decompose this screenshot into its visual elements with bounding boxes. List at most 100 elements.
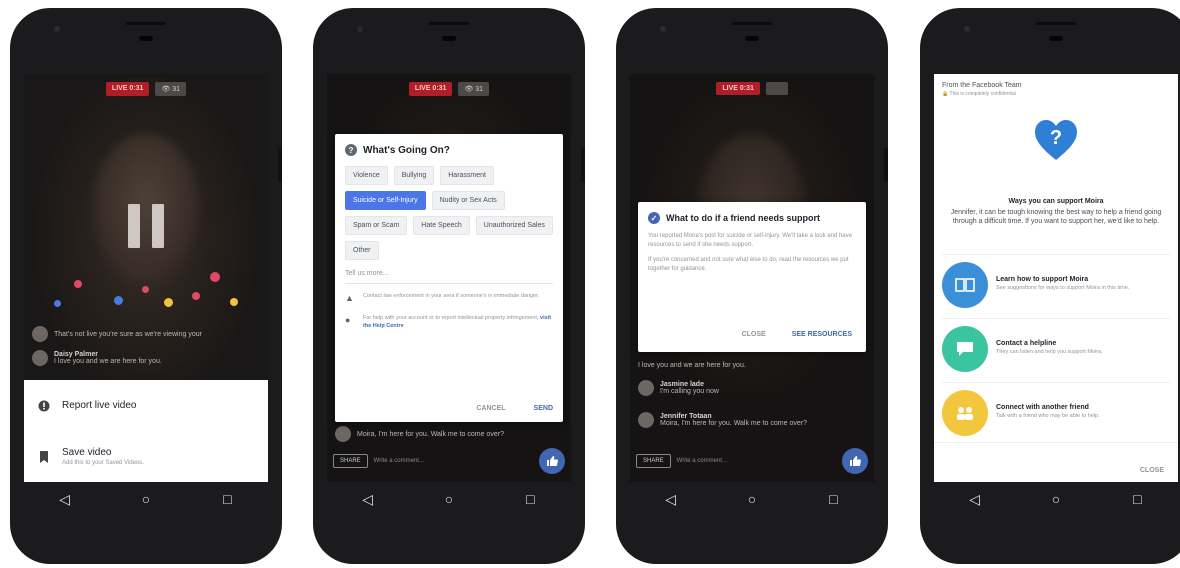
recent-apps-icon[interactable]: □ <box>1125 491 1149 507</box>
top-slot <box>1036 22 1076 25</box>
save-video-label: Save video <box>62 447 112 458</box>
close-button[interactable]: CLOSE <box>742 331 766 338</box>
back-icon[interactable]: ◁ <box>53 491 77 508</box>
live-header: LIVE 0:31 👁 31 <box>327 82 571 96</box>
speaker <box>745 36 759 41</box>
save-video-sub: Add this to your Saved Videos. <box>62 460 144 466</box>
home-icon[interactable]: ○ <box>740 491 764 507</box>
comment-input[interactable]: Write a comment... <box>677 458 836 464</box>
home-icon[interactable]: ○ <box>134 491 158 507</box>
wow-reaction-icon <box>164 298 173 307</box>
chip-unauthorized-sales[interactable]: Unauthorized Sales <box>475 216 553 235</box>
share-button[interactable]: SHARE <box>636 454 671 468</box>
chip-hate-speech[interactable]: Hate Speech <box>413 216 470 235</box>
like-button[interactable] <box>842 448 868 474</box>
love-reaction-icon <box>142 286 149 293</box>
support-resources-screen: From the Facebook Team 🔒 This is complet… <box>934 74 1178 482</box>
avatar <box>638 412 654 428</box>
love-reaction-icon <box>74 280 82 288</box>
android-navbar: ◁ ○ □ <box>24 482 268 516</box>
home-icon[interactable]: ○ <box>437 491 461 507</box>
comment-bar: SHARE Write a comment... <box>333 448 565 474</box>
screen: LIVE 0:31 I love you and we are here for… <box>630 74 874 482</box>
chip-spam[interactable]: Spam or Scam <box>345 216 408 235</box>
thumbs-up-icon <box>850 456 861 466</box>
chip-harassment[interactable]: Harassment <box>440 166 494 185</box>
chip-other[interactable]: Other <box>345 241 379 260</box>
check-icon: ✓ <box>648 212 660 224</box>
pause-icon[interactable] <box>128 204 164 248</box>
like-reaction-icon <box>54 300 61 307</box>
avatar <box>32 350 48 366</box>
back-icon[interactable]: ◁ <box>963 491 987 508</box>
chip-violence[interactable]: Violence <box>345 166 388 185</box>
report-live-video-item[interactable]: Report live video <box>24 380 268 431</box>
people-icon <box>942 389 988 436</box>
live-badge: LIVE 0:31 <box>408 82 453 96</box>
wow-reaction-icon <box>230 298 238 306</box>
save-video-item[interactable]: Save video Add this to your Saved Videos… <box>24 431 268 482</box>
android-navbar: ◁ ○ □ <box>327 482 571 516</box>
book-icon <box>942 261 988 308</box>
cancel-button[interactable]: CANCEL <box>476 405 505 412</box>
help-centre-note: ● For help with your account or to repor… <box>345 314 552 329</box>
chip-nudity[interactable]: Nudity or Sex Acts <box>431 191 505 210</box>
recent-apps-icon[interactable]: □ <box>518 491 542 507</box>
side-button <box>884 148 888 182</box>
phone-2: LIVE 0:31 👁 31 Moira, I'm here for you. … <box>313 8 585 564</box>
avatar <box>32 326 48 342</box>
bookmark-icon <box>38 450 50 463</box>
dialog-actions: CANCEL SEND <box>476 405 553 412</box>
header-subtitle: 🔒 This is completely confidential <box>942 91 1016 97</box>
viewer-count <box>765 82 788 95</box>
law-enforcement-note: ▲ Contact law enforcement in your area i… <box>345 292 553 306</box>
help-icon: ? <box>345 144 357 156</box>
comment-bar: SHARE Write a comment... <box>636 448 868 474</box>
support-body: Jennifer, it can be tough knowing the be… <box>950 209 1162 226</box>
love-reaction-icon <box>210 272 220 282</box>
comment-3: Jennifer Totaan Moira, I'm here for you. … <box>638 412 807 428</box>
speaker <box>139 36 153 41</box>
tell-us-more-input[interactable]: Tell us more... <box>345 270 553 284</box>
learn-support-option[interactable]: Learn how to support Moira See suggestio… <box>942 254 1170 314</box>
svg-text:?: ? <box>1050 127 1062 149</box>
reactions-stream <box>34 272 254 324</box>
home-icon[interactable]: ○ <box>1044 491 1068 507</box>
close-button[interactable]: CLOSE <box>1140 467 1164 474</box>
back-icon[interactable]: ◁ <box>356 491 380 508</box>
avatar <box>335 426 351 442</box>
heart-question-icon: ? <box>1033 118 1079 164</box>
top-slot <box>732 22 772 25</box>
recent-apps-icon[interactable]: □ <box>215 491 239 507</box>
report-icon <box>38 400 50 412</box>
back-icon[interactable]: ◁ <box>659 491 683 508</box>
recent-apps-icon[interactable]: □ <box>821 491 845 507</box>
connect-friend-option[interactable]: Connect with another friend Talk with a … <box>942 382 1170 442</box>
like-button[interactable] <box>539 448 565 474</box>
chip-suicide-self-injury[interactable]: Suicide or Self-Injury <box>345 191 426 210</box>
front-camera <box>54 26 60 32</box>
speaker <box>442 36 456 41</box>
screen: From the Facebook Team 🔒 This is complet… <box>934 74 1178 482</box>
footer <box>934 442 1178 482</box>
send-button[interactable]: SEND <box>534 405 553 412</box>
phone-4: From the Facebook Team 🔒 This is complet… <box>920 8 1180 564</box>
report-live-video-label: Report live video <box>62 400 137 411</box>
see-resources-button[interactable]: SEE RESOURCES <box>792 331 852 338</box>
comment-1: I love you and we are here for you. <box>638 362 746 369</box>
thumbs-up-icon <box>547 456 558 466</box>
contact-helpline-option[interactable]: Contact a helpline They can listen and h… <box>942 318 1170 378</box>
warning-icon: ▲ <box>345 293 354 303</box>
front-camera <box>357 26 363 32</box>
comment-input[interactable]: Write a comment... <box>374 458 533 464</box>
side-button <box>278 148 282 182</box>
speaker <box>1049 36 1063 41</box>
share-button[interactable]: SHARE <box>333 454 368 468</box>
chat-icon <box>942 325 988 372</box>
phone-3: LIVE 0:31 I love you and we are here for… <box>616 8 888 564</box>
front-camera <box>660 26 666 32</box>
chip-bullying[interactable]: Bullying <box>393 166 435 185</box>
android-navbar: ◁ ○ □ <box>934 482 1178 516</box>
friend-support-dialog: ✓ What to do if a friend needs support Y… <box>638 202 866 352</box>
report-dialog: ? What's Going On? Violence Bullying Har… <box>335 134 563 422</box>
